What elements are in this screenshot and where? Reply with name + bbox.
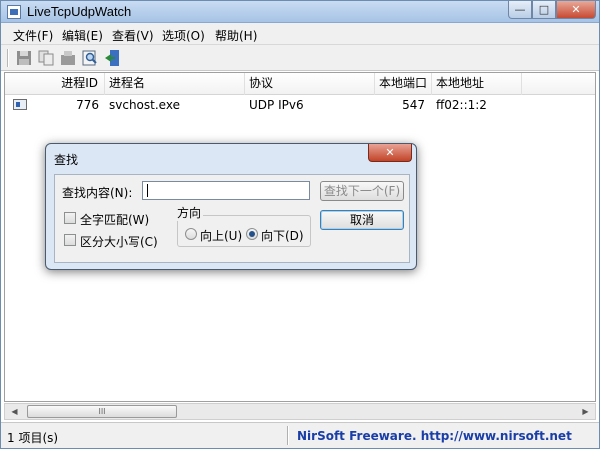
- match-case-label: 区分大小写(C): [80, 235, 158, 249]
- match-whole-word-checkbox[interactable]: [64, 212, 76, 224]
- direction-up-radio[interactable]: [185, 228, 197, 240]
- find-dialog-close-button[interactable]: ✕: [368, 144, 412, 162]
- table-row[interactable]: 776 svchost.exe UDP IPv6 547 ff02::1:2: [5, 95, 595, 115]
- cell-protocol: UDP IPv6: [249, 98, 304, 112]
- cell-local-port: 547: [402, 98, 425, 112]
- column-header-local-port[interactable]: 本地端口: [375, 73, 432, 95]
- properties-icon[interactable]: [59, 49, 77, 67]
- title-bar[interactable]: LiveTcpUdpWatch — □ ✕: [1, 1, 599, 23]
- copy-icon[interactable]: [37, 49, 55, 67]
- menu-view[interactable]: 查看(V): [112, 27, 154, 44]
- cell-local-address: ff02::1:2: [436, 98, 487, 112]
- column-header-pid[interactable]: 进程ID: [5, 73, 105, 95]
- scroll-left-icon[interactable]: ◀: [7, 405, 22, 418]
- find-dialog-title: 查找: [54, 153, 79, 167]
- minimize-button[interactable]: —: [508, 1, 532, 19]
- main-window: LiveTcpUdpWatch — □ ✕ 文件(F) 编辑(E) 查看(V) …: [0, 0, 600, 449]
- scrollbar-thumb[interactable]: III: [27, 405, 177, 418]
- save-icon[interactable]: [15, 49, 33, 67]
- toolbar: [1, 45, 599, 71]
- direction-down-label: 向下(D): [261, 229, 304, 243]
- column-header-name[interactable]: 进程名: [105, 73, 245, 95]
- cell-process-name: svchost.exe: [109, 98, 180, 112]
- menu-file[interactable]: 文件(F): [13, 27, 53, 44]
- direction-up-label: 向上(U): [200, 229, 243, 243]
- horizontal-scrollbar[interactable]: ◀ III ▶: [4, 403, 596, 420]
- find-what-input[interactable]: [142, 181, 310, 200]
- cell-pid: 776: [76, 98, 99, 112]
- find-icon[interactable]: [81, 49, 99, 67]
- column-header-protocol[interactable]: 协议: [245, 73, 375, 95]
- list-header: 进程ID 进程名 协议 本地端口 本地地址: [5, 73, 595, 95]
- status-bar: 1 项目(s) NirSoft Freeware. http://www.nir…: [1, 422, 599, 448]
- column-header-local-address[interactable]: 本地地址: [432, 73, 522, 95]
- text-caret: [147, 184, 148, 197]
- menu-edit[interactable]: 编辑(E): [62, 27, 103, 44]
- toolbar-separator: [7, 49, 9, 67]
- match-whole-word-label: 全字匹配(W): [80, 213, 150, 227]
- window-title: LiveTcpUdpWatch: [27, 4, 132, 19]
- maximize-button[interactable]: □: [532, 1, 556, 19]
- app-icon: [7, 5, 21, 19]
- menu-help[interactable]: 帮助(H): [215, 27, 257, 44]
- direction-down-radio[interactable]: [246, 228, 258, 240]
- direction-group-title: 方向: [175, 204, 204, 221]
- find-next-button[interactable]: 查找下一个(F): [320, 181, 404, 201]
- scroll-right-icon[interactable]: ▶: [578, 405, 593, 418]
- nirsoft-link[interactable]: NirSoft Freeware. http://www.nirsoft.net: [297, 429, 572, 443]
- status-divider: [287, 426, 289, 445]
- close-button[interactable]: ✕: [556, 1, 596, 19]
- status-item-count: 1 项目(s): [7, 431, 59, 445]
- find-dialog: 查找 ✕ 查找内容(N): 查找下一个(F) 取消 全字匹配(W) 区分大小写(…: [45, 143, 417, 270]
- cancel-button[interactable]: 取消: [320, 210, 404, 230]
- match-case-checkbox[interactable]: [64, 234, 76, 246]
- menu-bar: 文件(F) 编辑(E) 查看(V) 选项(O) 帮助(H): [1, 23, 599, 45]
- exit-icon[interactable]: [103, 49, 121, 67]
- process-icon: [13, 99, 27, 110]
- find-dialog-body: 查找内容(N): 查找下一个(F) 取消 全字匹配(W) 区分大小写(C) 方向…: [54, 174, 410, 263]
- menu-options[interactable]: 选项(O): [162, 27, 205, 44]
- find-what-label: 查找内容(N):: [62, 186, 133, 200]
